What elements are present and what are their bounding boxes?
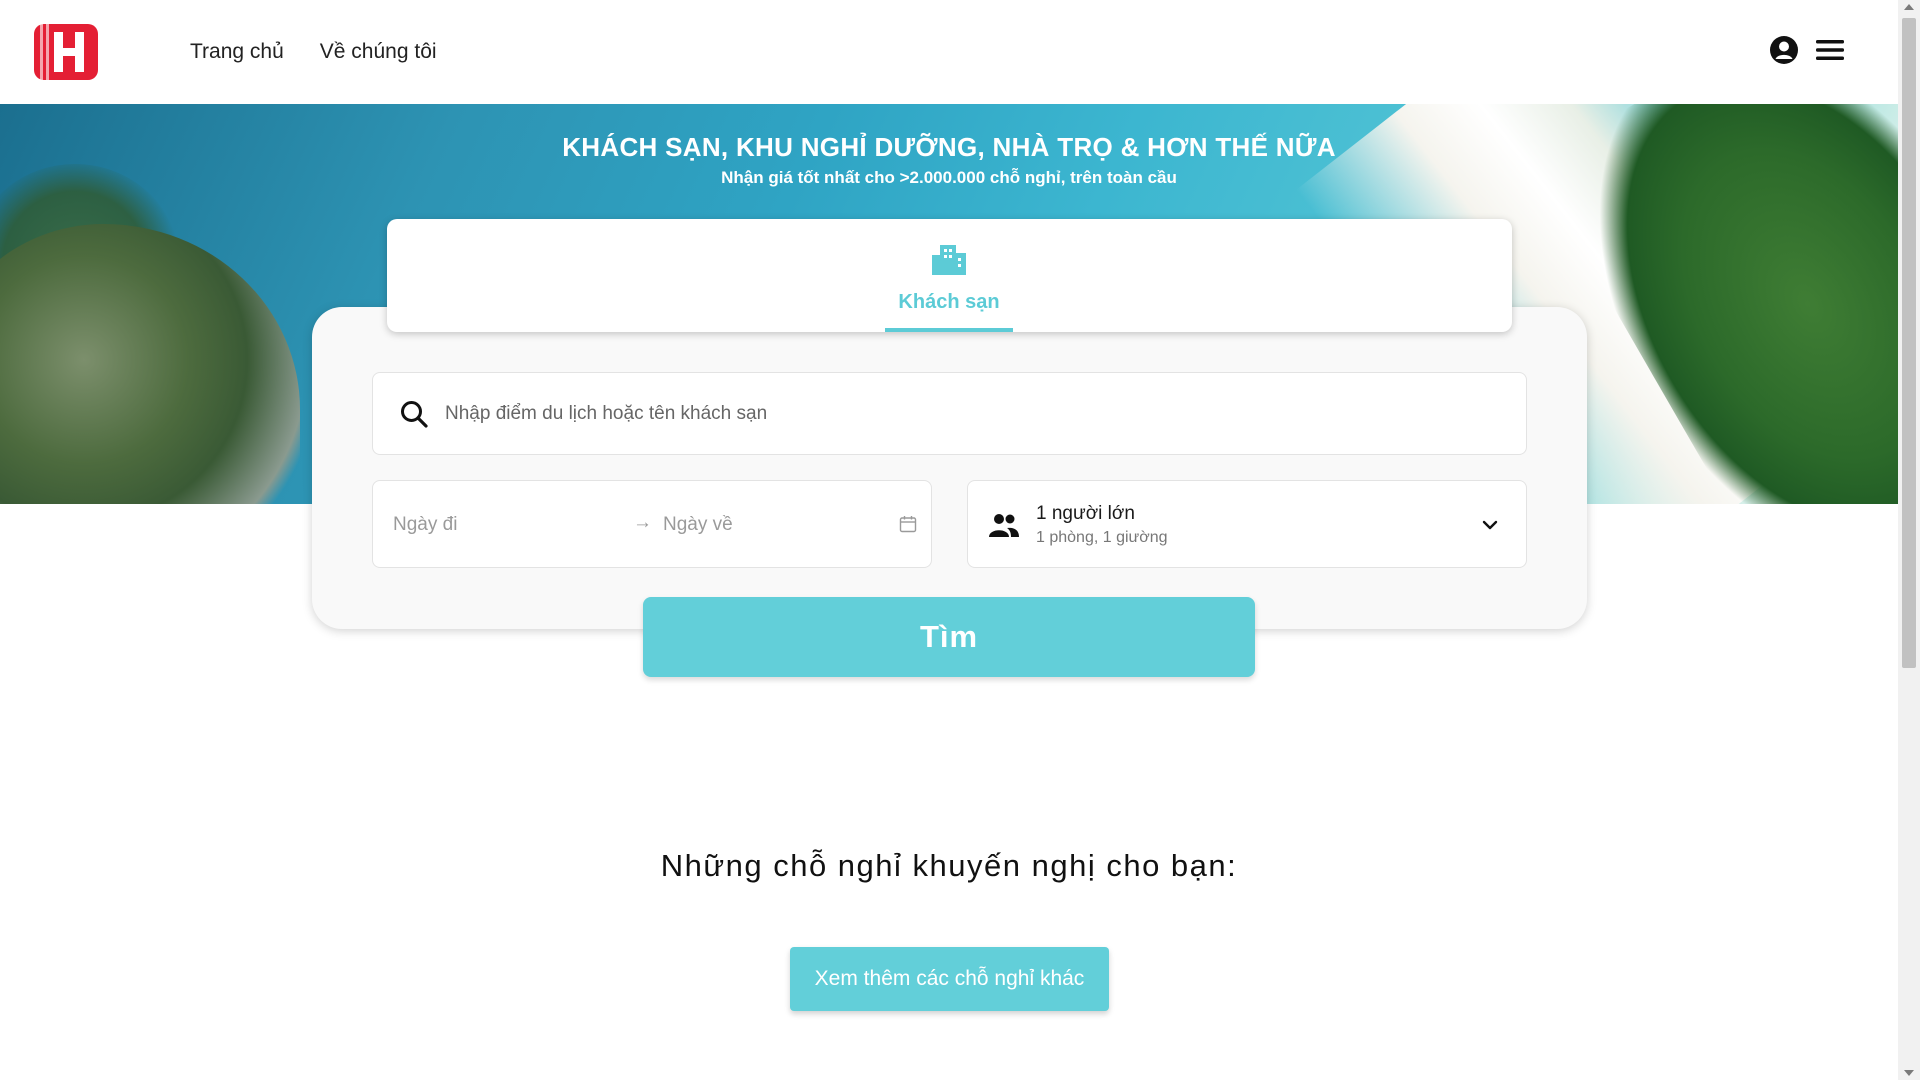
- see-more-button[interactable]: Xem thêm các chỗ nghỉ khác: [790, 947, 1109, 1011]
- destination-input[interactable]: [445, 373, 1505, 454]
- brand-logo-icon[interactable]: [34, 20, 98, 84]
- hotel-building-icon: [932, 245, 966, 275]
- check-out-date[interactable]: Ngày về: [663, 514, 733, 536]
- search-button[interactable]: Tìm: [643, 597, 1255, 677]
- tab-hotels[interactable]: Khách sạn: [885, 241, 1013, 332]
- scroll-up-arrow-icon[interactable]: [1904, 4, 1914, 10]
- search-tabs: Khách sạn: [387, 219, 1512, 332]
- search-icon: [401, 401, 428, 428]
- arrow-right-icon: →: [633, 512, 652, 533]
- calendar-icon[interactable]: [899, 515, 917, 533]
- hamburger-menu-icon[interactable]: [1814, 34, 1846, 66]
- nav-item-home[interactable]: Trang chủ: [190, 40, 284, 64]
- guests-rooms-beds: 1 phòng, 1 giường: [1036, 529, 1168, 546]
- user-circle-icon[interactable]: [1768, 34, 1800, 66]
- guests-adults: 1 người lớn: [1036, 503, 1135, 524]
- scroll-thumb[interactable]: [1902, 18, 1916, 668]
- top-header: Trang chủ Về chúng tôi: [0, 0, 1898, 104]
- main-nav: Trang chủ Về chúng tôi: [190, 40, 437, 64]
- people-icon: [989, 514, 1019, 537]
- hero-title: KHÁCH SẠN, KHU NGHỈ DƯỠNG, NHÀ TRỌ & HƠN…: [562, 132, 1336, 162]
- chevron-down-icon[interactable]: [1480, 515, 1500, 535]
- header-actions: [1768, 34, 1846, 66]
- scroll-down-arrow-icon[interactable]: [1904, 1070, 1914, 1076]
- destination-field: [372, 372, 1527, 455]
- hero-subtitle: Nhận giá tốt nhất cho >2.000.000 chỗ ngh…: [721, 168, 1177, 187]
- hero-rock-left: [0, 224, 300, 504]
- tab-hotels-label: Khách sạn: [898, 291, 1000, 313]
- recommendations-title: Những chỗ nghỉ khuyến nghị cho bạn:: [660, 848, 1238, 883]
- tab-active-indicator: [885, 328, 1013, 332]
- search-card: [312, 307, 1587, 629]
- page-scrollbar[interactable]: [1898, 0, 1920, 1080]
- check-in-date[interactable]: Ngày đi: [393, 514, 457, 536]
- date-range-field[interactable]: Ngày đi → Ngày về: [372, 480, 932, 568]
- nav-item-about[interactable]: Về chúng tôi: [320, 40, 437, 64]
- guests-selector[interactable]: 1 người lớn 1 phòng, 1 giường: [967, 480, 1527, 568]
